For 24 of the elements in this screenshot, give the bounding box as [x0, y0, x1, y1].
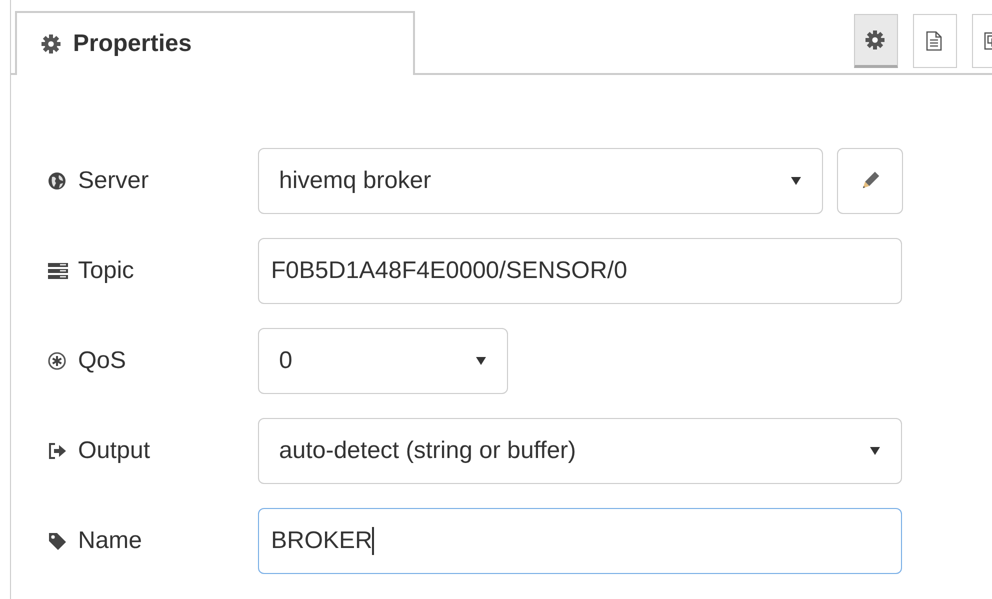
dropdown[interactable]: auto-detect (string or buffer) — [258, 418, 902, 484]
pencil-icon — [860, 171, 880, 191]
tag-icon — [48, 532, 68, 550]
field-label: QoS — [78, 347, 126, 375]
dropdown-arrow-icon — [869, 446, 881, 456]
toolbar-button[interactable] — [913, 14, 957, 68]
exit-arrow-icon — [48, 442, 68, 460]
input-field[interactable]: F0B5D1A48F4E0000/SENSOR/0 — [258, 238, 902, 304]
field-label: Server — [78, 167, 149, 195]
toolbar-button[interactable] — [854, 14, 898, 68]
dropdown[interactable]: 0 — [258, 328, 508, 394]
field-label: Output — [78, 437, 150, 465]
field-label: Topic — [78, 257, 134, 285]
dropdown[interactable]: hivemq broker — [258, 148, 823, 214]
settings-icon — [865, 30, 887, 50]
input-field[interactable]: BROKER — [258, 508, 902, 574]
list-icon — [48, 262, 68, 280]
dropdown-arrow-icon — [790, 176, 802, 186]
asterisk-circle-icon — [48, 352, 68, 370]
dropdown-arrow-icon — [475, 356, 487, 366]
gear-icon — [41, 34, 61, 54]
properties-tab[interactable]: Properties — [15, 11, 415, 75]
globe-icon — [48, 172, 68, 190]
field-label: Name — [78, 527, 142, 555]
